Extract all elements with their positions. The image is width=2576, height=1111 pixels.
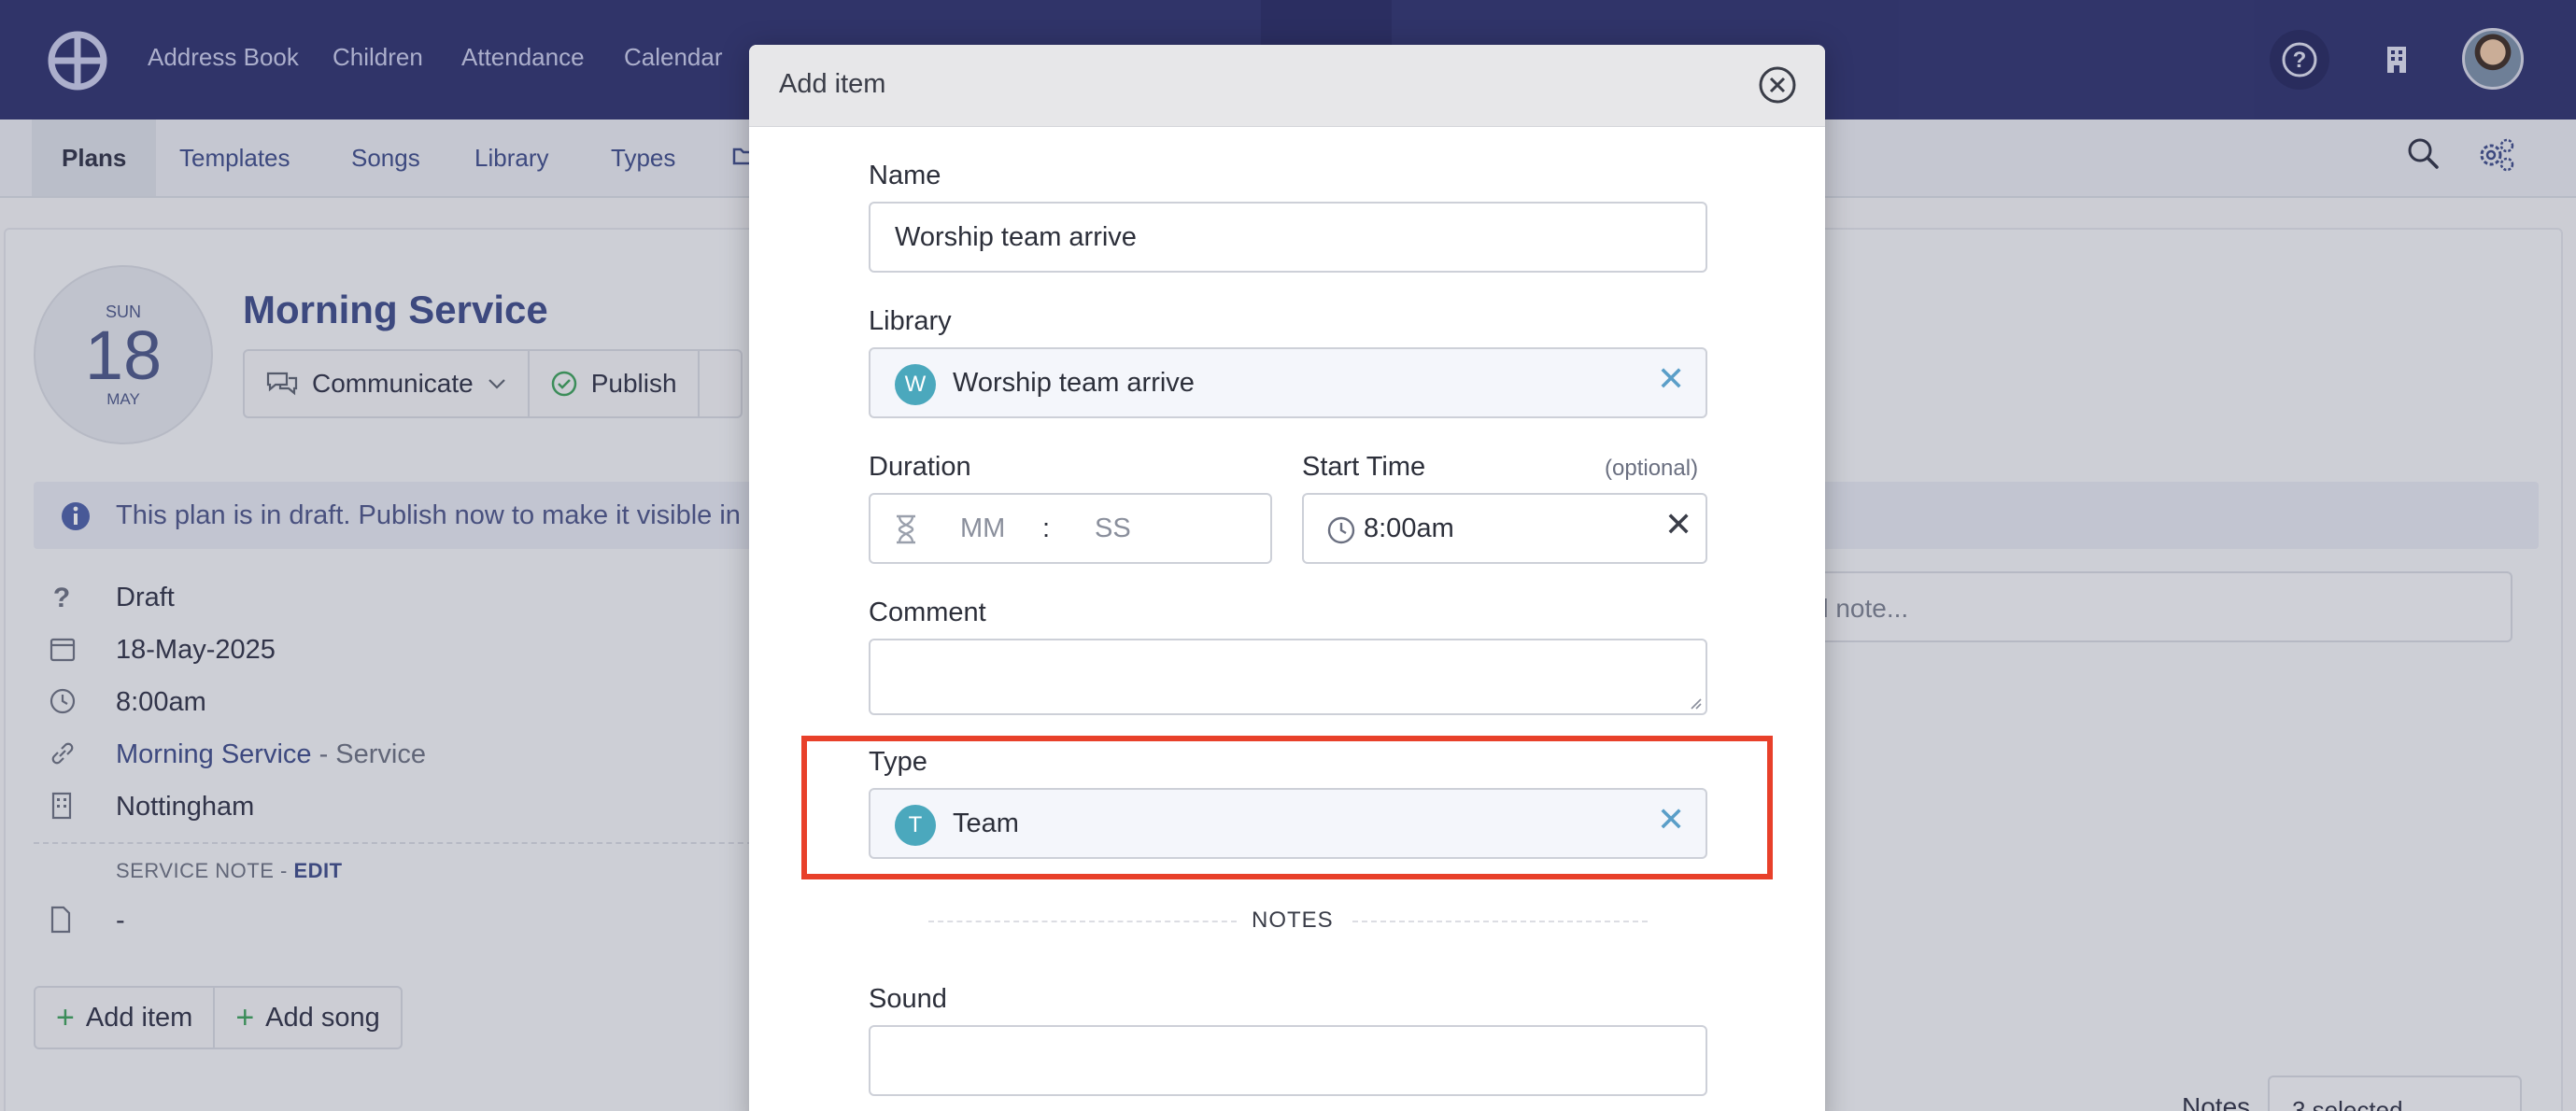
hourglass-icon: [897, 514, 915, 544]
close-icon[interactable]: [1758, 65, 1797, 105]
type-value: Team: [953, 809, 1019, 838]
library-badge: W: [895, 364, 936, 405]
duration-input[interactable]: MM : SS: [869, 493, 1272, 564]
duration-separator: :: [1042, 513, 1051, 543]
notes-section-title: NOTES: [1252, 907, 1334, 933]
duration-seconds[interactable]: SS: [1095, 513, 1131, 544]
type-label: Type: [869, 747, 927, 777]
notes-divider-left: [928, 921, 1237, 922]
start-time-clear-icon[interactable]: ✕: [1664, 508, 1692, 541]
add-item-modal: Add item Name Worship team arrive Librar…: [749, 45, 1825, 1111]
library-select[interactable]: W Worship team arrive ✕: [869, 347, 1707, 418]
start-time-optional: (optional): [1605, 456, 1699, 481]
modal-title: Add item: [779, 69, 886, 99]
library-value: Worship team arrive: [953, 368, 1195, 398]
duration-label: Duration: [869, 452, 971, 482]
start-time-value: 8:00am: [1364, 513, 1454, 543]
notes-divider-right: [1352, 921, 1648, 922]
sound-label: Sound: [869, 984, 947, 1014]
library-clear-icon[interactable]: ✕: [1657, 362, 1685, 396]
start-time-label: Start Time: [1302, 452, 1426, 482]
comment-textarea[interactable]: [869, 639, 1707, 715]
name-input[interactable]: Worship team arrive: [869, 202, 1707, 273]
type-select[interactable]: T Team ✕: [869, 788, 1707, 859]
name-label: Name: [869, 161, 941, 190]
modal-header: Add item: [749, 45, 1825, 127]
sound-input[interactable]: [869, 1025, 1707, 1096]
name-value: Worship team arrive: [895, 222, 1137, 252]
comment-label: Comment: [869, 598, 986, 627]
clock-icon: [1327, 516, 1355, 544]
type-clear-icon[interactable]: ✕: [1657, 803, 1685, 837]
type-badge: T: [895, 805, 936, 846]
resize-handle-icon[interactable]: [1687, 695, 1702, 710]
start-time-input[interactable]: 8:00am ✕: [1302, 493, 1707, 564]
duration-minutes[interactable]: MM: [960, 513, 1005, 544]
library-label: Library: [869, 306, 952, 336]
